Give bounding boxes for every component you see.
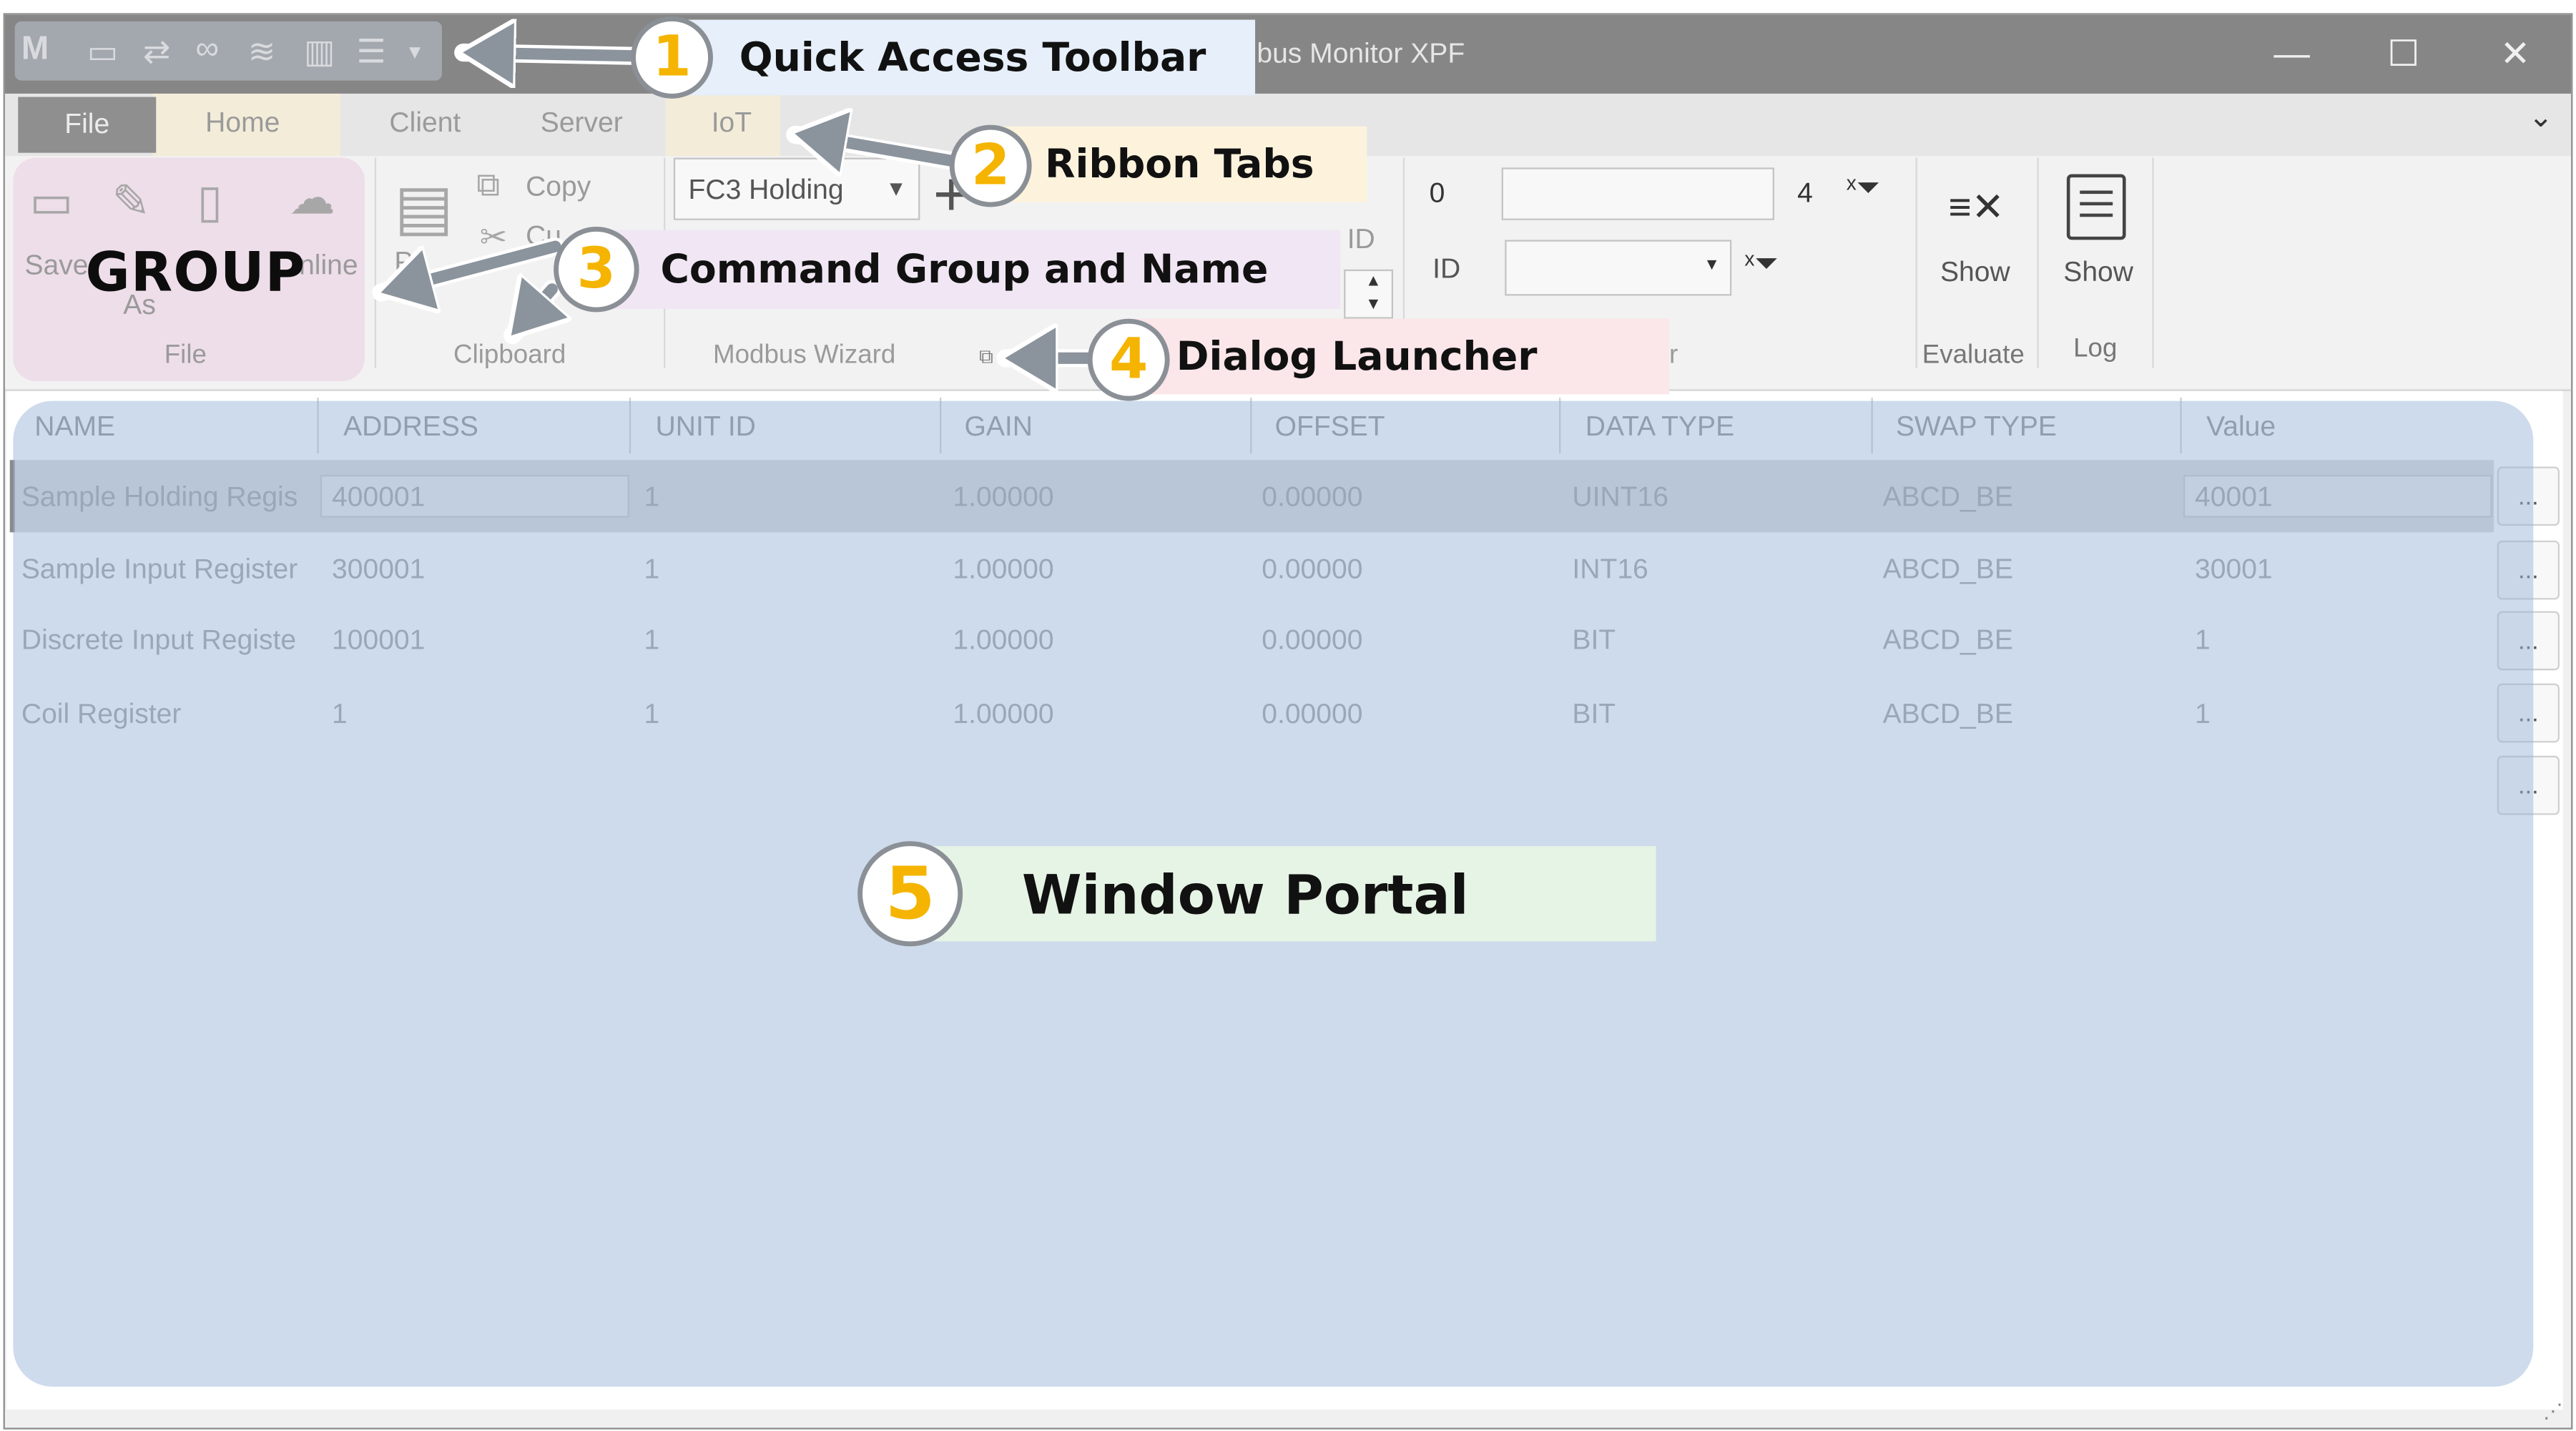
callout-badge: 4 — [1087, 318, 1170, 401]
callout-badge: 2 — [949, 124, 1032, 207]
arrow-1 — [470, 53, 637, 56]
callout-text: Window Portal — [1021, 861, 1469, 926]
callout-badge: 1 — [631, 16, 713, 99]
callout-text: Quick Access Toolbar — [739, 34, 1206, 81]
callout-text: Command Group and Name — [660, 246, 1269, 292]
callout-quick-access-toolbar: Quick Access Toolbar — [664, 19, 1256, 96]
callout-text: Dialog Launcher — [1176, 333, 1538, 380]
group-annotation-label: GROUP — [85, 240, 306, 305]
callout-badge: 5 — [857, 841, 963, 947]
callout-ribbon-tabs: Ribbon Tabs — [985, 126, 1367, 202]
callout-window-portal: Window Portal — [913, 846, 1656, 942]
callout-command-group: Command Group and Name — [598, 230, 1341, 309]
arrow-3a — [388, 240, 561, 291]
annotation-arrows — [372, 0, 1100, 1431]
callout-text: Ribbon Tabs — [1045, 141, 1314, 187]
callout-badge: 3 — [554, 227, 639, 313]
callout-dialog-launcher: Dialog Launcher — [1126, 318, 1669, 395]
